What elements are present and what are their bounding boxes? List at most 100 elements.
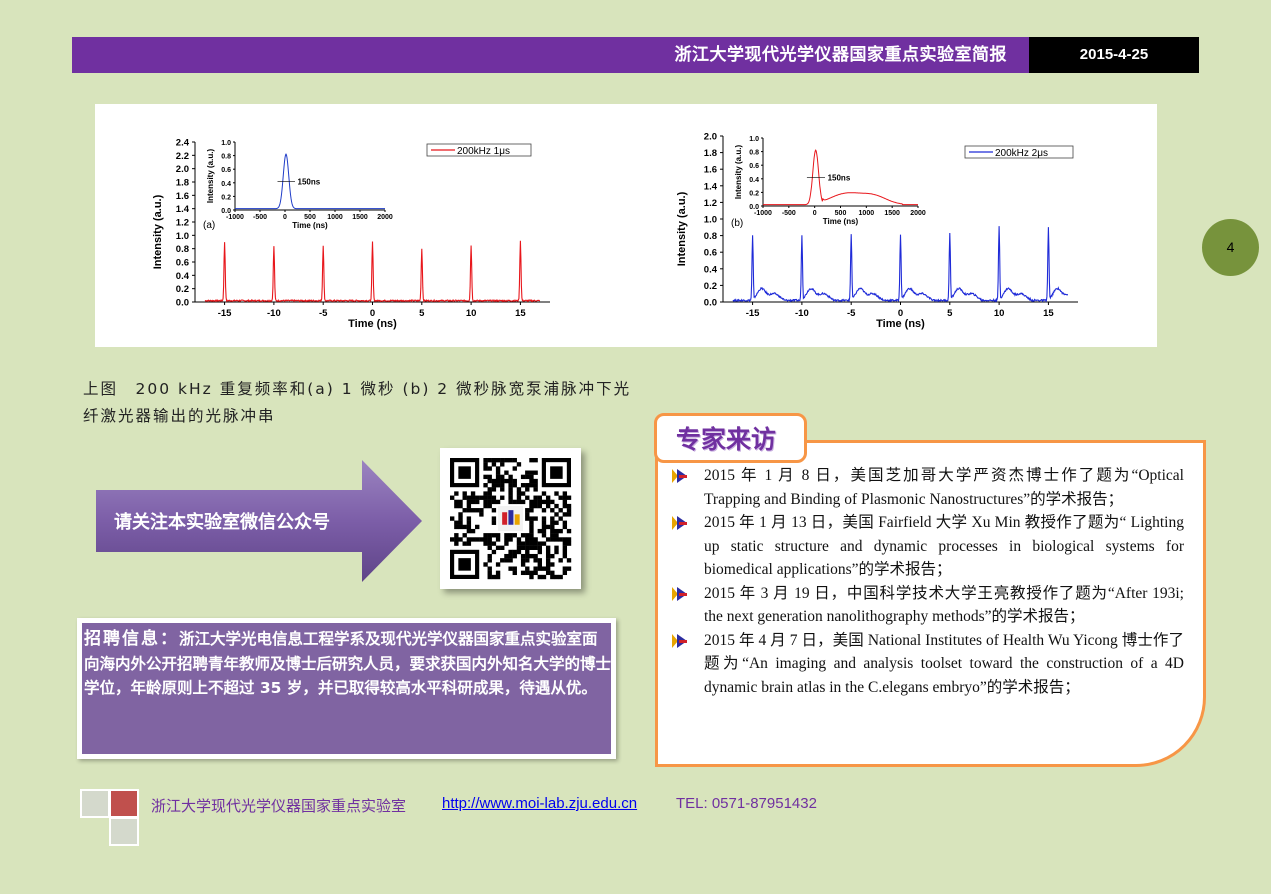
inset-y-tick-label-b: 1.0 xyxy=(749,136,759,143)
x-axis-label-b: Time (ns) xyxy=(876,318,925,330)
x-tick-label-b: -5 xyxy=(847,308,856,319)
y-tick-label-a: 0.8 xyxy=(176,244,189,255)
x-tick-label-b: 15 xyxy=(1043,308,1054,319)
y-tick-label-b: 0.8 xyxy=(704,231,717,242)
recruit-heading: 招聘信息： xyxy=(84,629,179,649)
lab-logo-icon xyxy=(80,789,139,846)
wechat-qr-code[interactable] xyxy=(440,448,581,589)
figure-caption: 上图 200 kHz 重复频率和(a) 1 微秒 (b) 2 微秒脉宽泵浦脉冲下… xyxy=(83,380,632,425)
inset-x-tick-label-a: 500 xyxy=(304,214,316,221)
y-tick-label-a: 1.2 xyxy=(176,218,189,229)
inset-x-tick-label-b: 1500 xyxy=(884,210,900,217)
bullet-icon xyxy=(672,469,687,483)
series-line-b xyxy=(732,226,1069,303)
y-tick-label-b: 1.4 xyxy=(704,181,718,192)
x-axis-label-a: Time (ns) xyxy=(348,318,397,330)
newsletter-title: 浙江大学现代光学仪器国家重点实验室简报 xyxy=(674,45,1007,65)
inset-x-tick-label-b: 2000 xyxy=(910,210,926,217)
qr-code-icon xyxy=(450,458,572,580)
list-item: 2015 年 3 月 19 日，中国科学技术大学王亮教授作了题为“After 1… xyxy=(672,582,1184,629)
y-tick-label-a: 1.0 xyxy=(176,231,189,242)
wechat-label: 请关注本实验室微信公众号 xyxy=(114,512,330,533)
y-tick-label-b: 1.8 xyxy=(704,148,717,159)
y-tick-label-a: 0.2 xyxy=(176,284,189,295)
bullet-icon xyxy=(672,633,687,648)
pulse-train-figure: 0.0 0.2 0.4 0.6 0.8 1.0 1.2 1.4 1.6 1.8 2.0 2.2 2.4 -… xyxy=(152,132,1078,330)
panel-label-b: (b) xyxy=(731,218,743,229)
expert-visits-title: 专家来访 xyxy=(676,425,777,454)
inset-x-tick-label-b: 500 xyxy=(835,210,847,217)
inset-y-axis-label-a: Intensity (a.u.) xyxy=(206,149,215,204)
y-tick-label-a: 2.0 xyxy=(176,164,189,175)
inset-x-tick-label-a: -1000 xyxy=(226,214,244,221)
inset-y-tick-label-b: 0.4 xyxy=(749,177,759,184)
inset-annotation-a: 150ns xyxy=(298,177,321,186)
inset-y-axis-label-b: Intensity (a.u.) xyxy=(734,145,743,200)
inset-y-tick-label-a: 0.4 xyxy=(221,181,231,188)
inset-x-tick-label-a: 1500 xyxy=(352,214,368,221)
inset-x-tick-label-a: 0 xyxy=(283,214,287,221)
x-tick-label-a: -15 xyxy=(218,308,232,319)
inset-x-tick-label-b: 1000 xyxy=(859,210,875,217)
x-tick-label-a: -5 xyxy=(319,308,328,319)
inset-y-tick-label-a: 0.6 xyxy=(221,167,231,174)
inset-x-axis-label-a: Time (ns) xyxy=(292,221,328,230)
expert-visits-list: 2015 年 1 月 8 日，美国芝加哥大学严资杰博士作了题为“Optical … xyxy=(672,464,1184,699)
y-tick-label-a: 1.4 xyxy=(176,204,190,215)
inset-x-axis-label-b: Time (ns) xyxy=(823,217,859,226)
y-tick-label-b: 1.6 xyxy=(704,165,717,176)
figure-panel: 0.0 0.2 0.4 0.6 0.8 1.0 1.2 1.4 1.6 1.8 2.0 2.2 2.4 -… xyxy=(95,104,1157,347)
y-axis-label-b: Intensity (a.u.) xyxy=(676,191,688,266)
y-tick-label-b: 2.0 xyxy=(704,132,717,143)
footer-website-link[interactable]: http://www.moi-lab.zju.edu.cn xyxy=(442,795,637,812)
legend-label-a: 200kHz 1μs xyxy=(457,146,510,157)
y-tick-label-a: 2.2 xyxy=(176,151,189,162)
page-number: 4 xyxy=(1202,219,1259,276)
y-tick-label-a: 1.8 xyxy=(176,178,189,189)
x-tick-label-b: 10 xyxy=(994,308,1005,319)
bullet-icon xyxy=(672,586,687,601)
footer-telephone: TEL: 0571-87951432 xyxy=(676,795,817,812)
legend-label-b: 200kHz 2μs xyxy=(995,148,1048,159)
recruit-notice: 招聘信息：浙江大学光电信息工程学系及现代光学仪器国家重点实验室面向海内外公开招聘… xyxy=(84,627,612,701)
inset-x-tick-label-b: -1000 xyxy=(754,210,772,217)
y-tick-label-b: 1.0 xyxy=(704,215,717,226)
x-tick-label-b: 5 xyxy=(947,308,953,319)
y-tick-label-a: 2.4 xyxy=(176,138,190,149)
inset-y-tick-label-b: 0.8 xyxy=(749,150,759,157)
inset-x-tick-label-a: -500 xyxy=(253,214,267,221)
y-tick-label-a: 0.0 xyxy=(176,298,189,309)
y-axis-label-a: Intensity (a.u.) xyxy=(152,194,164,269)
y-tick-label-b: 0.6 xyxy=(704,248,717,259)
x-tick-label-a: 10 xyxy=(466,308,477,319)
x-tick-label-a: 5 xyxy=(419,308,425,319)
inset-x-tick-label-a: 1000 xyxy=(327,214,343,221)
y-tick-label-a: 1.6 xyxy=(176,191,189,202)
inset-y-tick-label-b: 0.2 xyxy=(749,190,759,197)
x-tick-label-b: -15 xyxy=(746,308,760,319)
list-item: 2015 年 1 月 13 日，美国 Fairfield 大学 Xu Min 教… xyxy=(672,511,1184,582)
y-tick-label-a: 0.6 xyxy=(176,258,189,269)
y-tick-label-b: 0.4 xyxy=(704,264,718,275)
footer-lab-name: 浙江大学现代光学仪器国家重点实验室 xyxy=(151,797,407,815)
inset-x-tick-label-b: -500 xyxy=(782,210,796,217)
issue-date: 2015-4-25 xyxy=(1079,46,1149,63)
bullet-icon xyxy=(672,516,687,530)
inset-y-tick-label-a: 0.2 xyxy=(221,194,231,201)
x-tick-label-b: -10 xyxy=(795,308,809,319)
y-tick-label-a: 0.4 xyxy=(176,271,190,282)
panel-label-a: (a) xyxy=(203,220,215,231)
list-item: 2015 年 4 月 7 日，美国 National Institutes of… xyxy=(672,629,1184,700)
inset-x-tick-label-b: 0 xyxy=(813,210,817,217)
inset-annotation-b: 150ns xyxy=(828,173,851,182)
x-tick-label-a: 15 xyxy=(515,308,526,319)
inset-y-tick-label-a: 0.8 xyxy=(221,154,231,161)
inset-y-tick-label-b: 0.6 xyxy=(749,163,759,170)
x-tick-label-a: -10 xyxy=(267,308,281,319)
inset-x-tick-label-a: 2000 xyxy=(377,214,393,221)
y-tick-label-b: 0.2 xyxy=(704,281,717,292)
list-item: 2015 年 1 月 8 日，美国芝加哥大学严资杰博士作了题为“Optical … xyxy=(672,464,1184,511)
inset-y-tick-label-a: 1.0 xyxy=(221,140,231,147)
y-tick-label-b: 1.2 xyxy=(704,198,717,209)
series-line-a xyxy=(204,240,541,303)
